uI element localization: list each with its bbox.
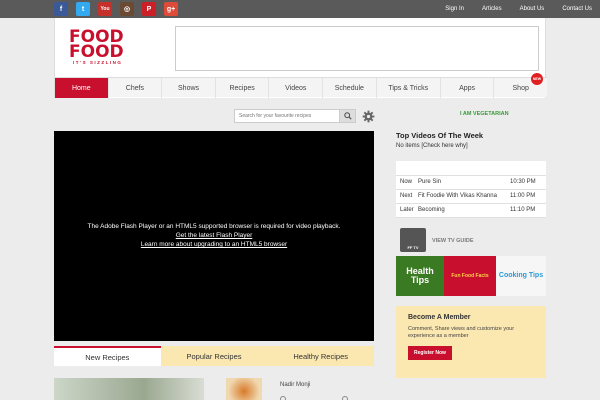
search-bar: [234, 109, 375, 123]
nav-chefs[interactable]: Chefs: [109, 78, 163, 98]
nav-recipes[interactable]: Recipes: [216, 78, 270, 98]
schedule-row[interactable]: Now Pure Sin 10:30 PM: [396, 175, 546, 190]
schedule-header-show: Show: [414, 161, 510, 176]
schedule-table: Show Time Now Pure Sin 10:30 PM Next Fit…: [396, 161, 546, 218]
clock-icon: [280, 396, 286, 400]
contact-us-link[interactable]: Contact Us: [562, 6, 592, 12]
schedule-slot: Next: [396, 189, 414, 204]
recipe-tabs: New Recipes Popular Recipes Healthy Reci…: [54, 346, 374, 366]
chef-recipe-thumbnail[interactable]: [226, 378, 262, 400]
schedule-slot: Now: [396, 175, 414, 190]
health-tips-banner[interactable]: Health Tips: [396, 255, 444, 296]
schedule-slot: Later: [396, 203, 414, 218]
right-sidebar: Top Videos Of The Week No items [Check h…: [396, 131, 546, 378]
sign-in-link[interactable]: Sign In: [445, 6, 464, 12]
tab-healthy-recipes[interactable]: Healthy Recipes: [267, 346, 374, 366]
schedule-show: Pure Sin: [414, 175, 510, 190]
flash-player-link[interactable]: Get the latest Flash Player: [54, 231, 374, 240]
tab-popular-recipes[interactable]: Popular Recipes: [161, 346, 268, 366]
schedule-row[interactable]: Later Becoming 11:10 PM: [396, 203, 546, 218]
player-message-text: The Adobe Flash Player or an HTML5 suppo…: [87, 223, 341, 230]
search-button[interactable]: [340, 109, 356, 123]
twitter-icon[interactable]: t: [76, 2, 90, 16]
nav-schedule[interactable]: Schedule: [323, 78, 377, 98]
instagram-icon[interactable]: ◎: [120, 2, 134, 16]
cooking-tips-banner[interactable]: Cooking Tips: [496, 255, 546, 296]
schedule-show: Fit Foodie With Vikas Khanna: [414, 189, 510, 204]
register-button[interactable]: Register Now: [408, 345, 452, 360]
youtube-icon[interactable]: You: [98, 2, 112, 16]
vegetarian-link[interactable]: I AM VEGETARIAN: [460, 111, 509, 117]
nav-shop-label: Shop: [512, 84, 529, 92]
tv-guide[interactable]: FF TV VIEW TV GUIDE: [396, 227, 546, 252]
logo-line2: FOOD: [69, 42, 124, 62]
site-logo[interactable]: FOOD FOOD IT'S SIZZLING: [69, 29, 133, 66]
recipe-thumbnail[interactable]: [54, 378, 204, 400]
social-links: f t You ◎ P g+: [54, 2, 178, 16]
tv-guide-link[interactable]: VIEW TV GUIDE: [432, 238, 474, 244]
articles-link[interactable]: Articles: [482, 6, 502, 12]
tips-banner[interactable]: Health Tips Fun Food Facts Cooking Tips: [396, 255, 546, 296]
schedule-time: 11:10 PM: [510, 203, 546, 218]
gear-icon: [362, 110, 375, 122]
nav-apps[interactable]: Apps: [441, 78, 495, 98]
googleplus-icon[interactable]: g+: [164, 2, 178, 16]
pinterest-icon[interactable]: P: [142, 2, 156, 16]
top-links: Sign In Articles About Us Contact Us: [427, 0, 592, 18]
top-videos-empty[interactable]: No items [Check here why]: [396, 143, 546, 149]
top-videos-title: Top Videos Of The Week: [396, 131, 484, 140]
nav-videos[interactable]: Videos: [269, 78, 324, 98]
nav-home[interactable]: Home: [55, 78, 109, 98]
schedule-time: 11:00 PM: [510, 189, 546, 204]
nav-shop[interactable]: Shop NEW: [494, 73, 547, 98]
member-title: Become A Member: [408, 313, 471, 321]
video-player[interactable]: The Adobe Flash Player or an HTML5 suppo…: [54, 131, 374, 341]
search-icon: [343, 112, 352, 120]
nav-tips-tricks[interactable]: Tips & Tricks: [377, 78, 441, 98]
player-message: The Adobe Flash Player or an HTML5 suppo…: [54, 222, 374, 249]
main-nav: Home Chefs Shows Recipes Videos Schedule…: [55, 73, 547, 98]
new-badge: NEW: [531, 73, 543, 85]
comment-icon: [342, 396, 348, 400]
site-header: FOOD FOOD IT'S SIZZLING Home Chefs Shows…: [54, 18, 547, 98]
settings-button[interactable]: [362, 110, 375, 123]
about-us-link[interactable]: About Us: [520, 6, 545, 12]
top-bar: f t You ◎ P g+ Sign In Articles About Us…: [0, 0, 600, 18]
tab-new-recipes[interactable]: New Recipes: [54, 346, 161, 366]
schedule-header: Show Time: [396, 161, 546, 176]
ad-banner: [175, 26, 539, 71]
logo-tagline: IT'S SIZZLING: [73, 60, 123, 65]
tv-badge: FF TV: [407, 244, 419, 250]
schedule-time: 10:30 PM: [510, 175, 546, 190]
html5-browser-link[interactable]: Learn more about upgrading to an HTML5 b…: [54, 240, 374, 249]
schedule-header-time: Time: [510, 161, 546, 176]
food-facts-banner[interactable]: Fun Food Facts: [444, 255, 496, 296]
chef-name[interactable]: Nadir Monji: [280, 382, 310, 388]
facebook-icon[interactable]: f: [54, 2, 68, 16]
member-box: Become A Member Comment, Share views and…: [396, 305, 546, 378]
nav-shows[interactable]: Shows: [162, 78, 216, 98]
schedule-show: Becoming: [414, 203, 510, 218]
member-description: Comment, Share views and customize your …: [408, 325, 515, 339]
schedule-row[interactable]: Next Fit Foodie With Vikas Khanna 11:00 …: [396, 189, 546, 204]
search-input[interactable]: [234, 109, 340, 123]
recipe-list: Nadir Monji: [54, 372, 374, 400]
